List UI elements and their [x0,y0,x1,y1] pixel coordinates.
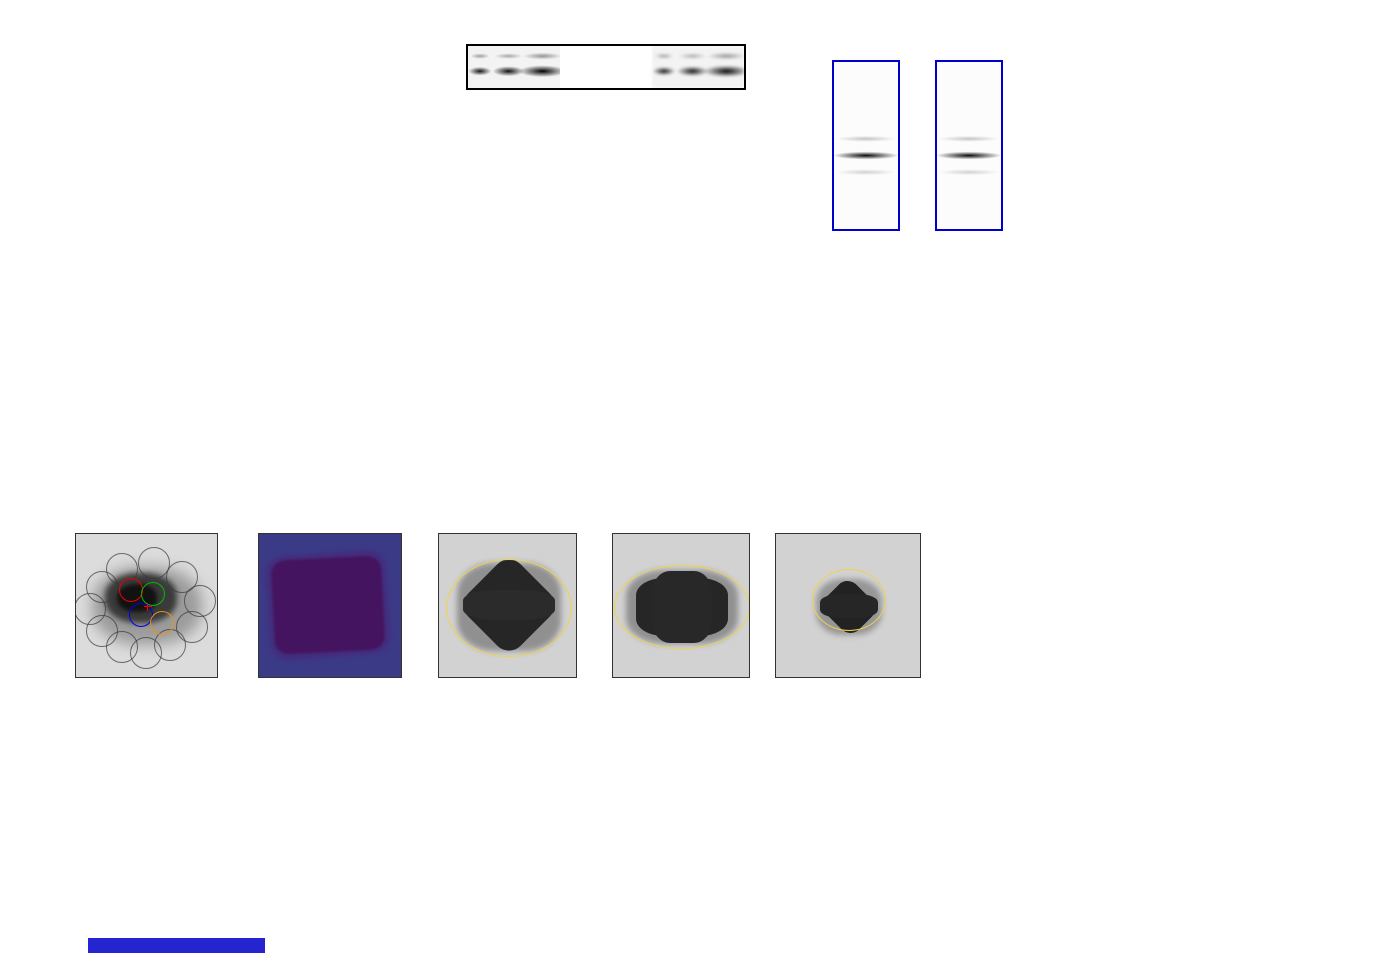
fiber-circle [76,592,106,625]
decals-z-axes [775,533,921,678]
with-sky-cutout [832,60,900,231]
lineflux-blob [270,555,386,655]
fiber-positions-panel [75,533,218,678]
fiber-circle [137,546,170,579]
elixer-report-page [0,0,1400,953]
decals-r-panel [612,533,750,678]
fiber-positions-axes [75,533,218,678]
full-spectrum-plot [60,330,1320,480]
spec2d-image [468,46,560,88]
decals-z-panel [775,533,921,678]
aperture-ellipse [445,558,572,657]
decals-g-panel [438,533,577,678]
lineflux-map-panel [258,533,402,678]
fiber-circle-green [140,581,165,606]
decals-g-axes [438,533,577,678]
decals-r-axes [612,533,750,678]
center-cross [146,602,149,611]
pixel-flat-image [560,46,652,88]
fiber-circle-red [118,577,143,602]
clean-image-cutout [935,60,1003,231]
spec2d-strip-panel [466,33,750,255]
smoothed-image [652,46,744,88]
with-sky-image [834,62,898,229]
line-fit-plot [1035,45,1335,235]
aperture-ellipse [614,564,749,649]
weighted-sum-row [466,44,746,90]
bottom-blue-bar [88,938,265,953]
lineflux-map-axes [258,533,402,678]
fiber-circle-orange [149,610,174,635]
clean-image-image [937,62,1001,229]
aperture-ellipse [812,568,886,631]
clean-image-title [908,33,1028,44]
